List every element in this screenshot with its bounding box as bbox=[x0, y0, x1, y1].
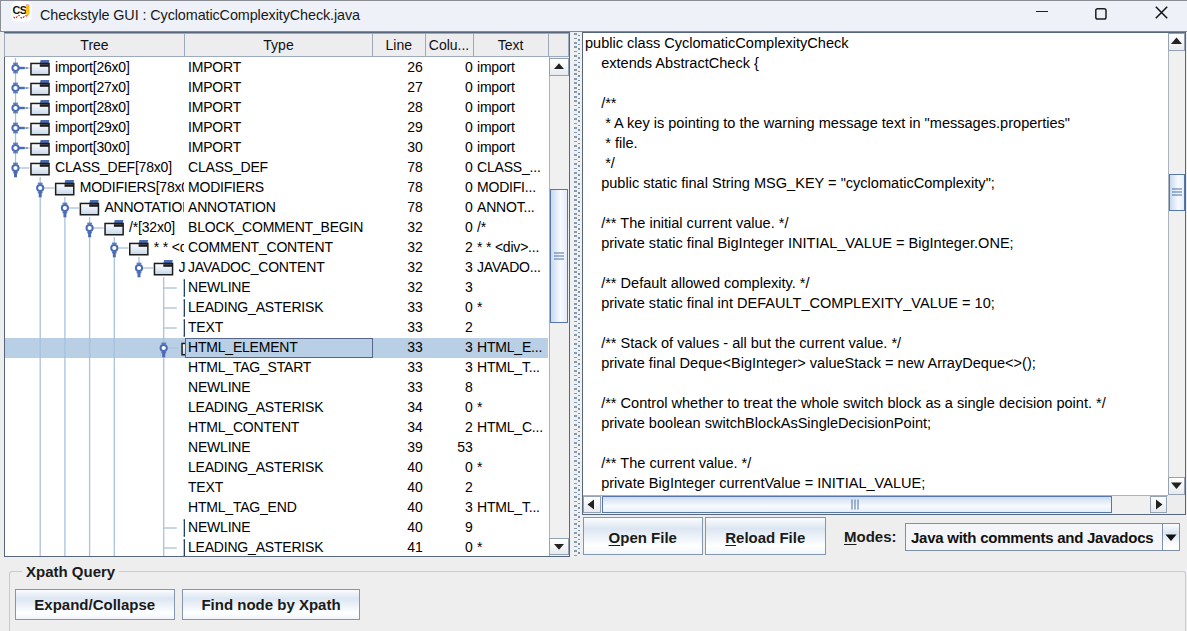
svg-text:CS: CS bbox=[13, 4, 27, 16]
